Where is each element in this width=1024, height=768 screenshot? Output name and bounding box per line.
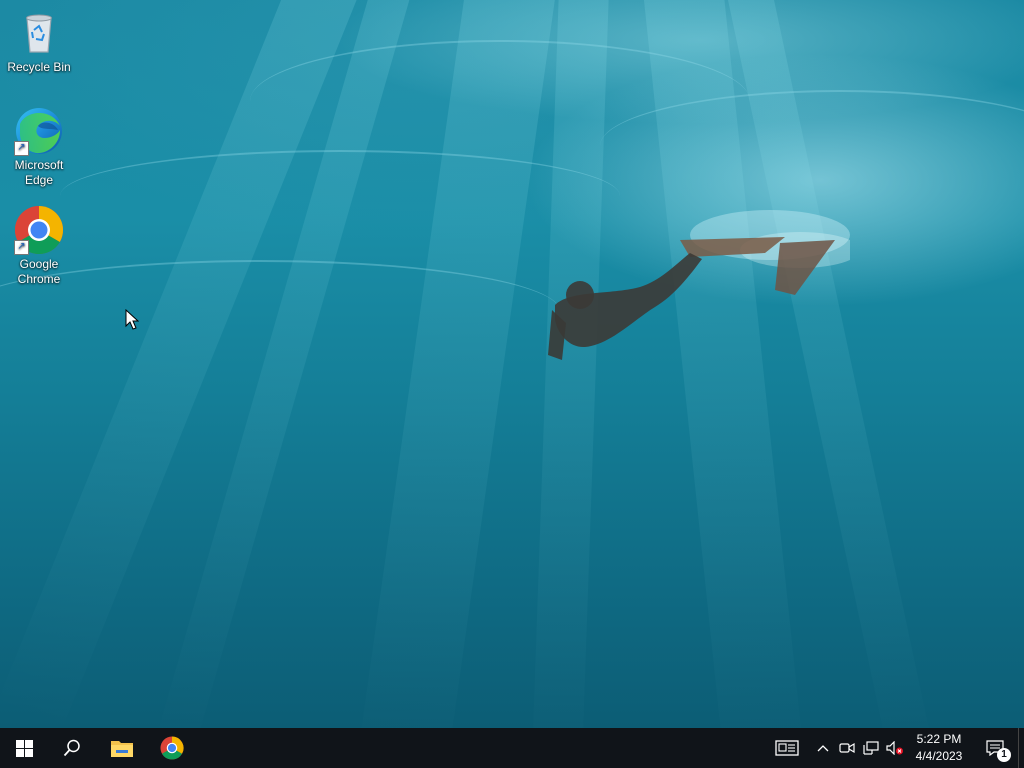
notification-count-badge: 1 [997,748,1011,762]
file-explorer-icon [111,741,133,757]
clock[interactable]: 5:22 PM 4/4/2023 [910,728,968,768]
volume-muted-icon [886,741,903,755]
mouse-cursor-icon [125,309,139,330]
desktop-background[interactable]: Recycle Bin ↗ Microsoft Edge ↗ Google Ch… [0,0,1024,728]
clock-time: 5:22 PM [916,732,962,746]
shortcut-arrow-icon: ↗ [14,141,29,156]
chevron-up-icon [817,745,829,752]
search-icon [63,739,80,757]
surface-wave [60,150,620,242]
news-widget-icon [775,740,799,756]
desktop-icon-microsoft-edge[interactable]: ↗ Microsoft Edge [3,106,75,188]
clock-text: 5:22 PM 4/4/2023 [916,731,963,765]
chrome-icon [160,736,184,760]
freediver-silhouette [548,210,850,360]
desktop-icon-label: Microsoft Edge [14,158,64,187]
chrome-icon: ↗ [14,205,64,255]
network-icon [863,741,879,755]
windows-logo-icon [15,739,33,757]
taskbar: 5:22 PM 4/4/2023 1 [0,728,1024,768]
edge-icon: ↗ [14,106,64,156]
show-hidden-icons-button[interactable] [812,728,834,768]
network-button[interactable] [860,728,882,768]
taskbar-file-explorer[interactable] [98,728,146,768]
clock-date: 4/4/2023 [915,749,963,763]
desktop-icon-google-chrome[interactable]: ↗ Google Chrome [3,205,75,287]
action-center-button[interactable]: 1 [976,728,1014,768]
desktop-icon-label: Recycle Bin [7,60,71,74]
taskbar-google-chrome[interactable] [148,728,196,768]
news-widget-button[interactable] [770,728,804,768]
desktop-icon-label: Google Chrome [17,257,61,286]
meet-now-button[interactable] [836,728,858,768]
desktop-icon-recycle-bin[interactable]: Recycle Bin [3,8,75,75]
shortcut-arrow-icon: ↗ [14,240,29,255]
recycle-bin-icon [14,8,64,58]
volume-button[interactable] [884,728,906,768]
search-button[interactable] [48,728,96,768]
show-desktop-button[interactable] [1018,728,1024,768]
meet-now-icon [839,742,855,754]
start-button[interactable] [0,728,48,768]
